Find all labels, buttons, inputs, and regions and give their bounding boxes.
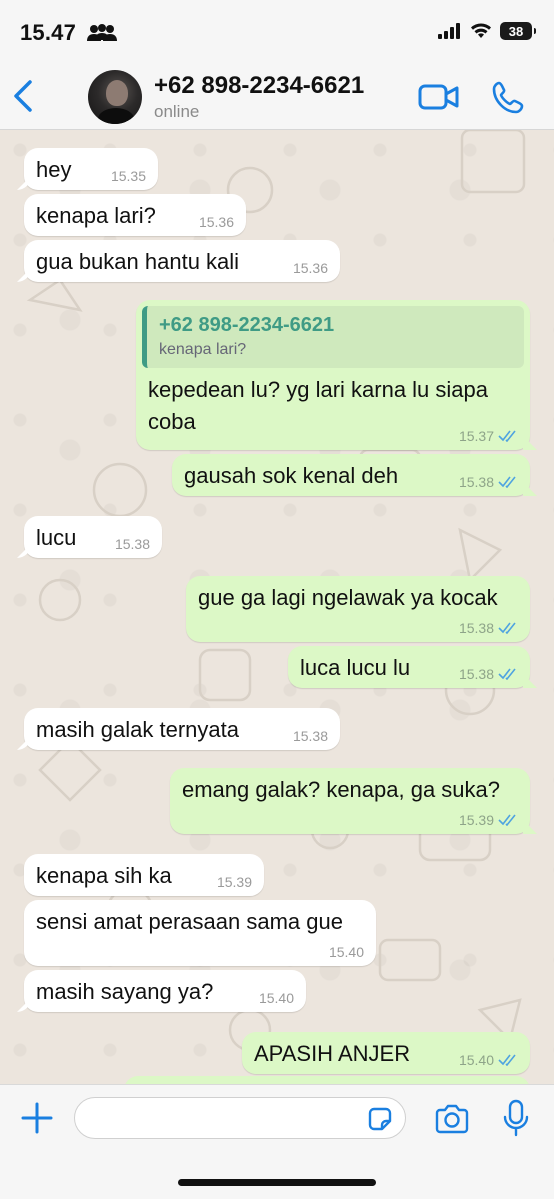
- message-input[interactable]: [74, 1097, 406, 1139]
- message-incoming[interactable]: masih sayang ya? 15.40: [24, 970, 306, 1012]
- double-check-icon: [498, 814, 516, 826]
- message-time: 15.40: [458, 1052, 494, 1068]
- wifi-icon: [471, 23, 491, 38]
- message-time: 15.37: [458, 428, 494, 444]
- message-incoming[interactable]: gua bukan hantu kali 15.36: [24, 240, 340, 282]
- message-time: 15.38: [292, 728, 328, 744]
- message-time: 15.35: [110, 168, 146, 184]
- message-text: gua bukan hantu kali: [36, 249, 240, 274]
- message-text: emang galak? kenapa, ga suka?: [182, 777, 501, 802]
- message-time: 15.39: [216, 874, 252, 890]
- message-incoming[interactable]: hey 15.35: [24, 148, 158, 190]
- people-icon: [87, 24, 117, 41]
- video-camera-icon[interactable]: [418, 82, 460, 112]
- double-check-icon: [498, 476, 516, 488]
- message-meta: 15.39: [459, 812, 518, 828]
- message-incoming[interactable]: kenapa sih ka 15.39: [24, 854, 264, 896]
- message-outgoing[interactable]: APASIH ANJER 15.40: [242, 1032, 530, 1074]
- message-outgoing[interactable]: gue ga lagi ngelawak ya kocak 15.38: [186, 576, 530, 642]
- battery-icon: 38: [500, 22, 536, 40]
- message-outgoing[interactable]: emang galak? kenapa, ga suka? 15.39: [170, 768, 530, 834]
- double-check-icon: [498, 668, 516, 680]
- status-indicators: 38: [438, 22, 536, 40]
- chat-area[interactable]: hey 15.35 kenapa lari? 15.36 gua bukan h…: [0, 130, 554, 1084]
- message-meta: 15.38: [459, 474, 518, 490]
- quoted-message[interactable]: +62 898-2234-6621 kenapa lari?: [142, 306, 524, 368]
- message-time: 15.40: [258, 990, 294, 1006]
- plus-icon[interactable]: [20, 1101, 54, 1135]
- chat-header: +62 898-2234-6621 online: [0, 64, 554, 130]
- message-time: 15.39: [458, 812, 494, 828]
- message-meta: 15.40: [459, 1052, 518, 1068]
- contact-name[interactable]: +62 898-2234-6621: [154, 72, 364, 100]
- message-outgoing[interactable]: gausah sok kenal deh 15.38: [172, 454, 530, 496]
- back-chevron-icon[interactable]: [10, 78, 38, 114]
- composer-bar: [0, 1084, 554, 1199]
- message-meta: 15.38: [459, 620, 518, 636]
- sticker-icon[interactable]: [366, 1105, 394, 1133]
- message-text: sensi amat perasaan sama gue: [36, 909, 343, 934]
- message-text: gue ga lagi ngelawak ya kocak: [198, 585, 498, 610]
- message-text: masih sayang ya?: [36, 979, 214, 1004]
- avatar[interactable]: [88, 70, 142, 124]
- message-outgoing-partial[interactable]: [124, 1076, 530, 1084]
- message-outgoing-reply[interactable]: +62 898-2234-6621 kenapa lari? kepedean …: [136, 300, 530, 450]
- contact-status: online: [154, 102, 200, 121]
- message-outgoing[interactable]: luca lucu lu 15.38: [288, 646, 530, 688]
- message-incoming[interactable]: kenapa lari? 15.36: [24, 194, 246, 236]
- message-incoming[interactable]: lucu 15.38: [24, 516, 162, 558]
- message-meta: 15.38: [459, 666, 518, 682]
- message-time: 15.38: [458, 666, 494, 682]
- message-incoming[interactable]: masih galak ternyata 15.38: [24, 708, 340, 750]
- message-text: masih galak ternyata: [36, 717, 239, 742]
- message-time: 15.38: [114, 536, 150, 552]
- camera-icon[interactable]: [434, 1103, 470, 1135]
- battery-level: 38: [508, 23, 524, 39]
- double-check-icon: [498, 1054, 516, 1066]
- message-text: kepedean lu? yg lari karna lu siapa coba: [148, 377, 495, 434]
- message-time: 15.40: [328, 944, 364, 960]
- message-time: 15.36: [292, 260, 328, 276]
- message-meta: 15.37: [459, 428, 518, 444]
- status-bar: 15.47 38: [0, 0, 554, 64]
- microphone-icon[interactable]: [502, 1099, 530, 1137]
- message-time: 15.38: [458, 620, 494, 636]
- quoted-sender: +62 898-2234-6621: [159, 314, 335, 336]
- double-check-icon: [498, 430, 516, 442]
- quoted-text: kenapa lari?: [159, 341, 247, 358]
- home-indicator: [178, 1179, 376, 1186]
- message-time: 15.36: [198, 214, 234, 230]
- message-incoming[interactable]: sensi amat perasaan sama gue 15.40: [24, 900, 376, 966]
- status-time: 15.47: [20, 20, 77, 45]
- double-check-icon: [498, 622, 516, 634]
- signal-icon: [438, 23, 460, 39]
- phone-icon[interactable]: [492, 80, 526, 114]
- message-time: 15.38: [458, 474, 494, 490]
